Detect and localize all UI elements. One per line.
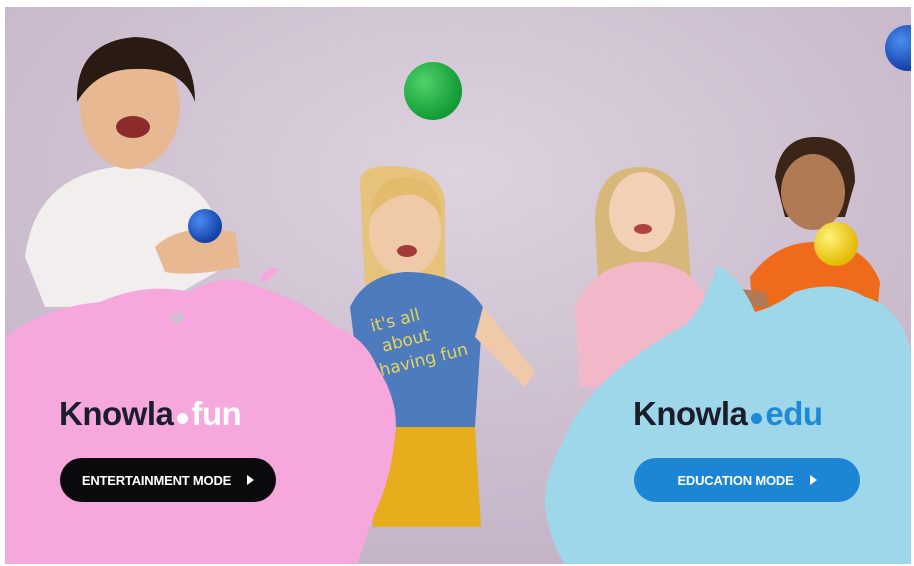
- hero-banner: it's all about having fun Knowla fun ENT…: [5, 7, 911, 564]
- entertainment-mode-button[interactable]: ENTERTAINMENT MODE: [60, 458, 276, 502]
- knowla-fun-logo: Knowla fun: [59, 395, 242, 433]
- play-triangle-icon: [809, 475, 817, 485]
- brand-dot-icon: [751, 413, 763, 424]
- brand-name-right: Knowla: [633, 395, 748, 432]
- brand-name-left: Knowla: [59, 395, 174, 432]
- education-mode-label: EDUCATION MODE: [677, 472, 794, 488]
- blue-ball-hand: [188, 209, 222, 243]
- brand-suffix-fun: fun: [191, 395, 242, 432]
- brand-dot-icon: [177, 413, 189, 424]
- education-mode-button[interactable]: EDUCATION MODE: [634, 458, 860, 502]
- brand-suffix-edu: edu: [765, 395, 823, 432]
- paint-gap: [170, 313, 184, 323]
- entertainment-mode-label: ENTERTAINMENT MODE: [81, 472, 232, 488]
- play-triangle-icon: [247, 475, 255, 485]
- knowla-edu-logo: Knowla edu: [633, 395, 823, 433]
- green-ball: [404, 62, 462, 120]
- yellow-ball: [814, 222, 858, 266]
